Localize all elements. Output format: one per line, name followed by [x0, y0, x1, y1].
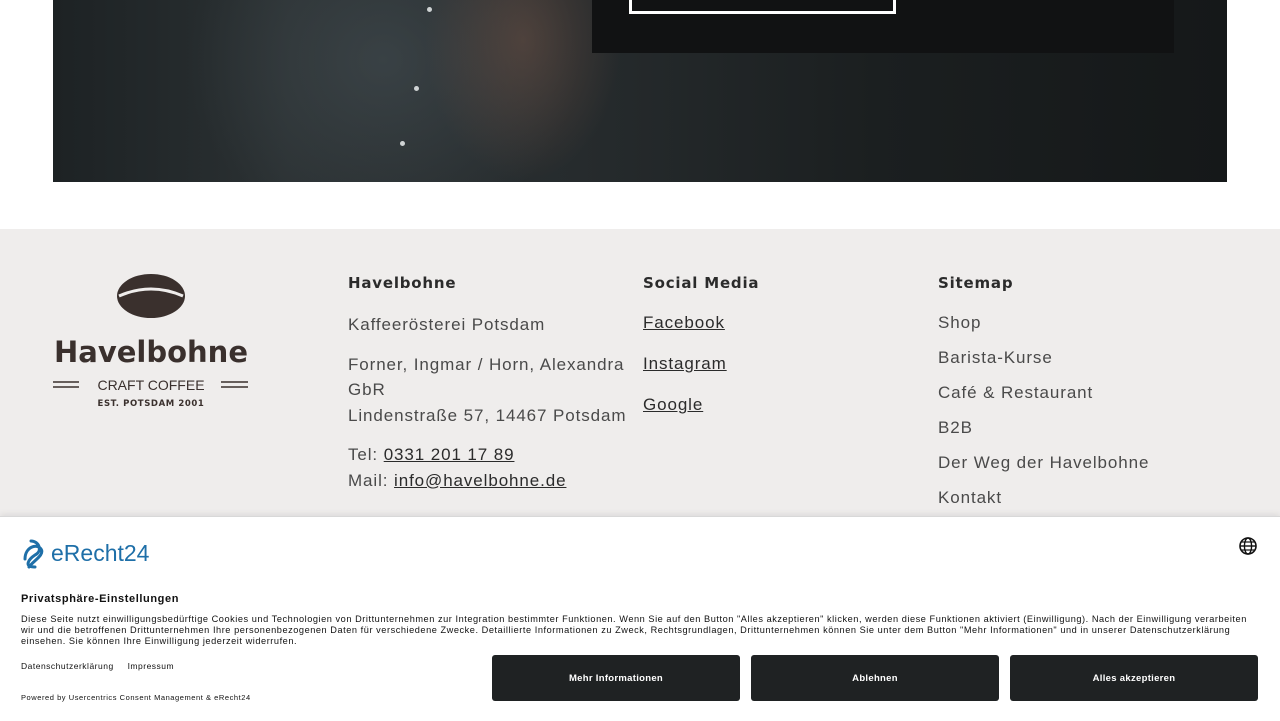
more-information-button[interactable]: Mehr Informationen	[492, 655, 740, 701]
footer-subtitle: Kaffeerösterei Potsdam	[348, 315, 546, 334]
footer-heading-social: Social Media	[643, 274, 760, 292]
logo-tagline: CRAFT COFFEE	[97, 377, 204, 393]
erecht24-brand: eRecht24	[21, 537, 166, 574]
language-globe-icon[interactable]	[1238, 536, 1258, 561]
sitemap-link-der-weg[interactable]: Der Weg der Havelbohne	[938, 452, 1228, 474]
sitemap-link-kontakt[interactable]: Kontakt	[938, 487, 1228, 509]
email-link[interactable]: info@havelbohne.de	[394, 471, 566, 490]
erecht24-wordmark: eRecht24	[51, 540, 150, 566]
cookie-consent-banner: eRecht24 Privatsphäre-Einstellungen Dies…	[0, 516, 1280, 721]
hero-image	[53, 0, 1227, 182]
google-link[interactable]: Google	[643, 394, 903, 416]
footer-column-contact: Havelbohne Kaffeerösterei Potsdam Forner…	[348, 274, 633, 507]
consent-links: Datenschutzerklärung Impressum	[21, 661, 185, 671]
footer-heading-havelbohne: Havelbohne	[348, 274, 457, 292]
sitemap-link-shop[interactable]: Shop	[938, 312, 1228, 334]
facebook-link[interactable]: Facebook	[643, 312, 903, 334]
accept-all-button[interactable]: Alles akzeptieren	[1010, 655, 1258, 701]
consent-description: Diese Seite nutzt einwilligungsbedürftig…	[21, 614, 1247, 646]
shirt-button-decoration	[414, 86, 419, 91]
sitemap-link-cafe-restaurant[interactable]: Café & Restaurant	[938, 382, 1228, 404]
imprint-link[interactable]: Impressum	[128, 661, 175, 671]
shirt-button-decoration	[427, 7, 432, 12]
phone-link[interactable]: 0331 201 17 89	[384, 445, 515, 464]
privacy-policy-link[interactable]: Datenschutzerklärung	[21, 661, 114, 671]
tel-label: Tel:	[348, 445, 379, 464]
coffee-bean-logo-icon: Havelbohne CRAFT COFFEE EST. POTSDAM 200…	[53, 274, 248, 409]
footer-address: Forner, Ingmar / Horn, Alexandra GbR Lin…	[348, 352, 633, 429]
footer-contact: Tel: 0331 201 17 89 Mail: info@havelbohn…	[348, 442, 633, 493]
sitemap-link-b2b[interactable]: B2B	[938, 417, 1228, 439]
sitemap-link-barista-kurse[interactable]: Barista-Kurse	[938, 347, 1228, 369]
footer-heading-sitemap: Sitemap	[938, 274, 1014, 292]
company-name: Forner, Ingmar / Horn, Alexandra GbR	[348, 354, 625, 400]
decline-button[interactable]: Ablehnen	[751, 655, 999, 701]
erecht24-logo-icon: eRecht24	[23, 539, 150, 569]
footer-column-sitemap: Sitemap Shop Barista-Kurse Café & Restau…	[938, 274, 1228, 522]
havelbohne-logo[interactable]: Havelbohne CRAFT COFFEE EST. POTSDAM 200…	[53, 274, 249, 415]
shirt-button-decoration	[400, 141, 405, 146]
hero-cta-button[interactable]	[629, 0, 896, 14]
consent-title: Privatsphäre-Einstellungen	[21, 593, 180, 605]
instagram-link[interactable]: Instagram	[643, 353, 903, 375]
consent-powered-by: Powered by Usercentrics Consent Manageme…	[21, 693, 251, 702]
mail-label: Mail:	[348, 470, 389, 490]
footer-column-social: Social Media Facebook Instagram Google	[643, 274, 903, 435]
logo-established: EST. POTSDAM 2001	[98, 399, 205, 409]
logo-wordmark: Havelbohne	[54, 335, 248, 369]
street-address: Lindenstraße 57, 14467 Potsdam	[348, 405, 627, 425]
